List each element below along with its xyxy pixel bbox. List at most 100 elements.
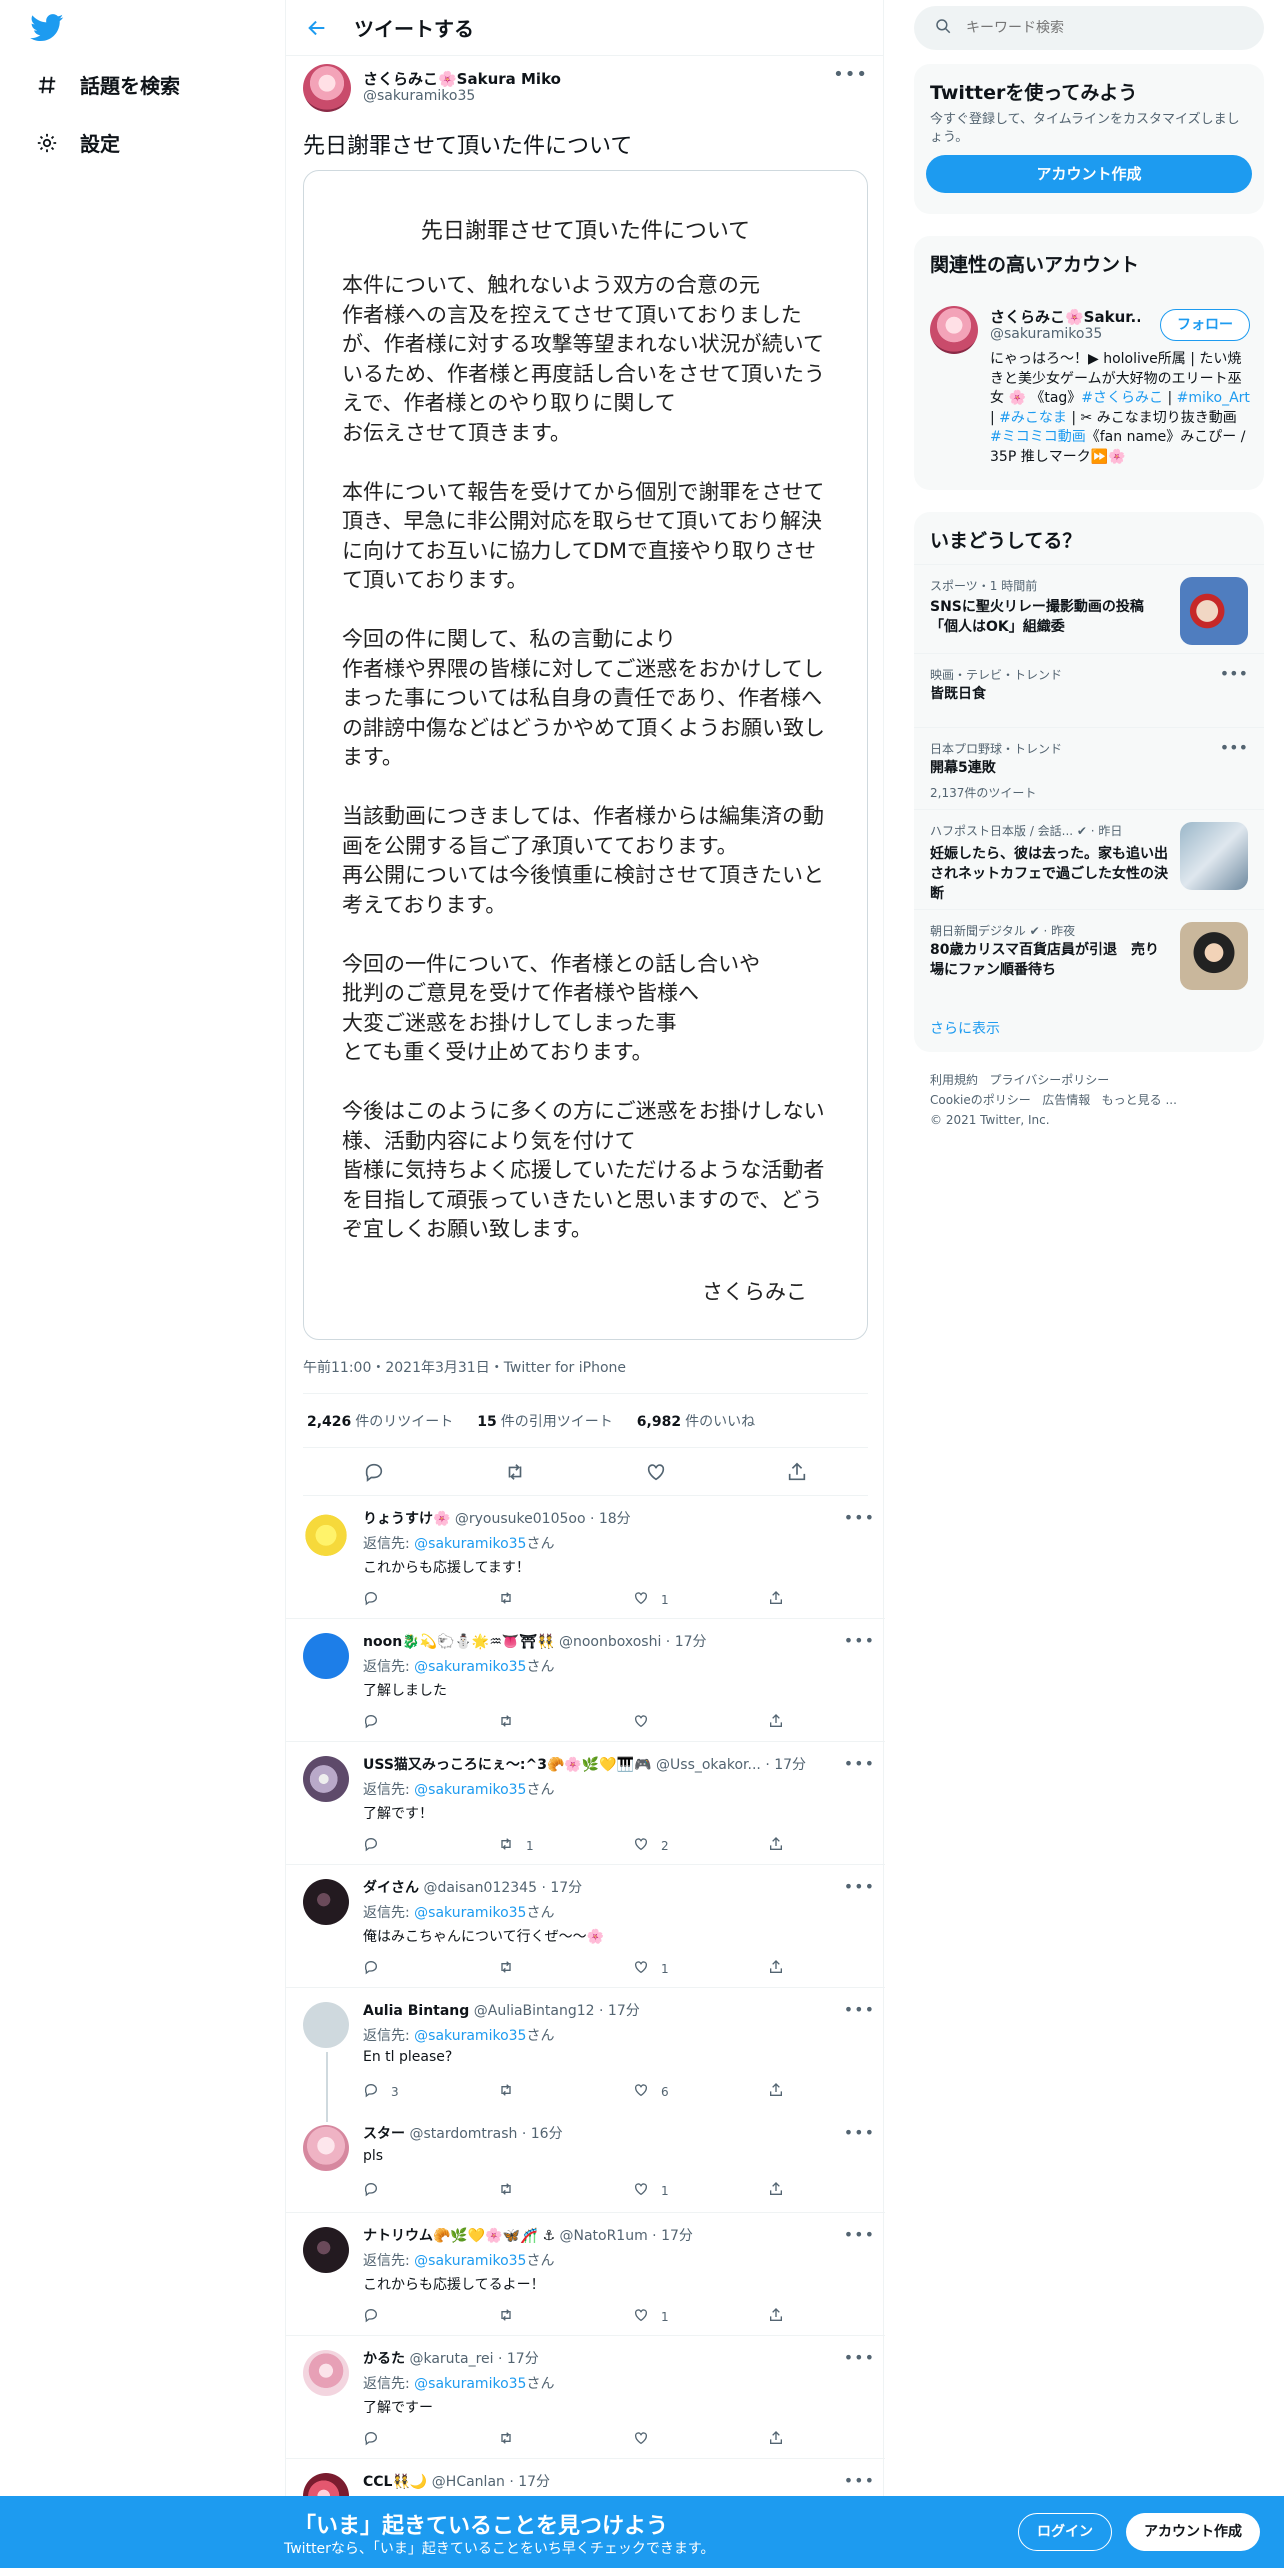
more-icon[interactable]: ••• (844, 2123, 875, 2142)
reply-author-name[interactable]: noon🐉💫🐑⛄🌟♒👅⛩👯 (363, 1634, 555, 1650)
like-button[interactable]: 6 (633, 2082, 723, 2101)
author-name[interactable]: さくらみこ🌸Sakura Miko (363, 68, 561, 89)
retweet-button[interactable] (498, 1713, 588, 1732)
login-button[interactable]: ログイン (1018, 2513, 1112, 2551)
reply-button[interactable] (363, 1590, 453, 1609)
trend-item[interactable]: 日本プロ野球・トレンド 開幕5連敗 2,137件のツイート ••• (914, 727, 1264, 809)
reply-button[interactable] (363, 2181, 453, 2200)
footer-link[interactable]: プライバシーポリシー (989, 1073, 1109, 1087)
share-button[interactable] (768, 1713, 788, 1732)
more-icon[interactable]: ••• (1220, 738, 1248, 757)
trend-item[interactable]: 朝日新聞デジタル ✔ · 昨夜 80歳カリスマ百貨店員が引退 売り場にファン順番… (914, 909, 1264, 990)
more-icon[interactable]: ••• (844, 1631, 875, 1650)
reply-to-link[interactable]: @sakuramiko35 (414, 1536, 526, 1552)
signup-button[interactable]: アカウント作成 (1126, 2513, 1260, 2551)
avatar[interactable] (303, 2350, 349, 2396)
trend-item[interactable]: 映画・テレビ・トレンド 皆既日食 ••• (914, 653, 1264, 727)
more-icon[interactable]: ••• (844, 2000, 875, 2019)
more-icon[interactable]: ••• (1220, 664, 1248, 683)
hashtag-link[interactable]: #みこなま (999, 410, 1067, 426)
retweet-button[interactable] (498, 2430, 588, 2449)
reply-author-name[interactable]: CCL👯🌙 (363, 2474, 427, 2490)
retweet-button[interactable] (498, 2307, 588, 2326)
hashtag-link[interactable]: #ミコミコ動画 (990, 429, 1086, 445)
tweet-meta[interactable]: 午前11:00・2021年3月31日・Twitter for iPhone (303, 1357, 626, 1377)
reply-meta[interactable]: @Uss_okakor... · 17分 (656, 1757, 806, 1773)
reply-author-name[interactable]: USS猫又みっころにぇ〜:^3🥐🌸🌿💛🎹🎮 (363, 1757, 652, 1773)
reply-button[interactable] (363, 1713, 453, 1732)
avatar[interactable] (303, 2002, 349, 2048)
share-button[interactable] (768, 2181, 788, 2200)
retweet-button[interactable] (498, 1959, 588, 1978)
reply-author-name[interactable]: ナトリウム🥐🌿💛🌸🦋🎢 ⚓ (363, 2228, 555, 2244)
reply-meta[interactable]: @AuliaBintang12 · 17分 (474, 2003, 640, 2019)
retweet-button[interactable] (498, 2082, 588, 2101)
reply-tweet[interactable]: USS猫又みっころにぇ〜:^3🥐🌸🌿💛🎹🎮 @Uss_okakor... · 1… (286, 1742, 885, 1865)
trend-item[interactable]: ハフポスト日本版 / 会話... ✔ · 昨日 妊娠したら、彼は去った。家も追い… (914, 809, 1264, 909)
related-handle[interactable]: @sakuramiko35 (990, 326, 1102, 342)
like-button[interactable]: 1 (633, 1590, 723, 1609)
like-button[interactable]: 1 (633, 2181, 723, 2200)
share-button[interactable] (768, 2307, 788, 2326)
nav-settings[interactable]: 設定 (34, 128, 120, 157)
reply-to-link[interactable]: @sakuramiko35 (414, 1782, 526, 1798)
twitter-logo-icon[interactable] (30, 14, 64, 42)
more-icon[interactable]: ••• (833, 64, 868, 85)
reply-tweet[interactable]: かるた @karuta_rei · 17分 ••• 返信先: @sakuramiko… (286, 2336, 885, 2459)
trend-item[interactable]: スポーツ・1 時間前 SNSに聖火リレー撮影動画の投稿「個人はOK」組織委 (914, 564, 1264, 645)
reply-to-link[interactable]: @sakuramiko35 (414, 1905, 526, 1921)
reply-author-name[interactable]: スター (363, 2126, 405, 2142)
share-button[interactable] (768, 2082, 788, 2101)
reply-meta[interactable]: @noonboxoshi · 17分 (559, 1634, 707, 1650)
author-handle[interactable]: @sakuramiko35 (363, 88, 475, 104)
avatar[interactable] (303, 64, 351, 112)
reply-button[interactable] (363, 1836, 453, 1855)
reply-tweet[interactable]: ナトリウム🥐🌿💛🌸🦋🎢 ⚓ @NatoR1um · 17分 ••• 返信先: @sa… (286, 2213, 885, 2336)
reply-tweet[interactable]: りょうすけ🌸 @ryousuke0105oo · 18分 ••• 返信先: @sak… (286, 1496, 885, 1619)
related-name[interactable]: さくらみこ🌸Sakur... (990, 306, 1140, 327)
reply-button[interactable] (363, 1959, 453, 1978)
retweet-button[interactable]: 1 (498, 1836, 588, 1855)
reply-tweet[interactable]: noon🐉💫🐑⛄🌟♒👅⛩👯 @noonboxoshi · 17分 ••• 返信先: … (286, 1619, 885, 1742)
like-icon[interactable] (645, 1461, 667, 1483)
more-icon[interactable]: ••• (844, 1877, 875, 1896)
more-icon[interactable]: ••• (844, 1508, 875, 1527)
tweet-image[interactable]: 先日謝罪させて頂いた件について 本件について、触れないよう双方の合意の元 作者様… (303, 170, 868, 1340)
footer-link[interactable]: 利用規約 (930, 1073, 978, 1087)
reply-meta[interactable]: @stardomtrash · 16分 (409, 2126, 562, 2142)
reply-author-name[interactable]: Aulia Bintang (363, 2003, 469, 2019)
reply-to-link[interactable]: @sakuramiko35 (414, 2028, 526, 2044)
footer-link[interactable]: 広告情報 (1042, 1093, 1090, 1107)
retweet-count[interactable]: 2,426 件のリツイート (307, 1411, 453, 1431)
like-button[interactable]: 1 (633, 1959, 723, 1978)
footer-link[interactable]: もっと見る ... (1102, 1093, 1177, 1107)
reply-tweet[interactable]: スター @stardomtrash · 16分 ••• pls 1 (286, 2111, 885, 2213)
hashtag-link[interactable]: #miko_Art (1177, 390, 1250, 406)
reply-tweet[interactable]: Aulia Bintang @AuliaBintang12 · 17分 ••• 返信… (286, 1988, 885, 2122)
retweet-button[interactable] (498, 2181, 588, 2200)
reply-button[interactable] (363, 2430, 453, 2449)
reply-button[interactable] (363, 2307, 453, 2326)
avatar[interactable] (303, 1756, 349, 1802)
reply-tweet[interactable]: ダイさん @daisan012345 · 17分 ••• 返信先: @sakuram… (286, 1865, 885, 1988)
share-button[interactable] (768, 1590, 788, 1609)
more-icon[interactable]: ••• (844, 2471, 875, 2490)
avatar[interactable] (930, 306, 978, 354)
search-box[interactable] (914, 6, 1264, 50)
footer-link[interactable]: Cookieのポリシー (930, 1093, 1031, 1107)
like-count[interactable]: 6,982 件のいいね (637, 1411, 755, 1431)
reply-meta[interactable]: @daisan012345 · 17分 (423, 1880, 582, 1896)
reply-meta[interactable]: @HCanlan · 17分 (432, 2474, 550, 2490)
avatar[interactable] (303, 1633, 349, 1679)
avatar[interactable] (303, 2227, 349, 2273)
like-button[interactable] (633, 2430, 723, 2449)
back-arrow-icon[interactable] (306, 15, 332, 41)
follow-button[interactable]: フォロー (1160, 309, 1250, 341)
share-button[interactable] (768, 1836, 788, 1855)
reply-button[interactable]: 3 (363, 2082, 453, 2101)
like-button[interactable]: 1 (633, 2307, 723, 2326)
reply-icon[interactable] (363, 1461, 385, 1483)
like-button[interactable] (633, 1713, 723, 1732)
reply-meta[interactable]: @ryousuke0105oo · 18分 (455, 1511, 631, 1527)
more-icon[interactable]: ••• (844, 2348, 875, 2367)
